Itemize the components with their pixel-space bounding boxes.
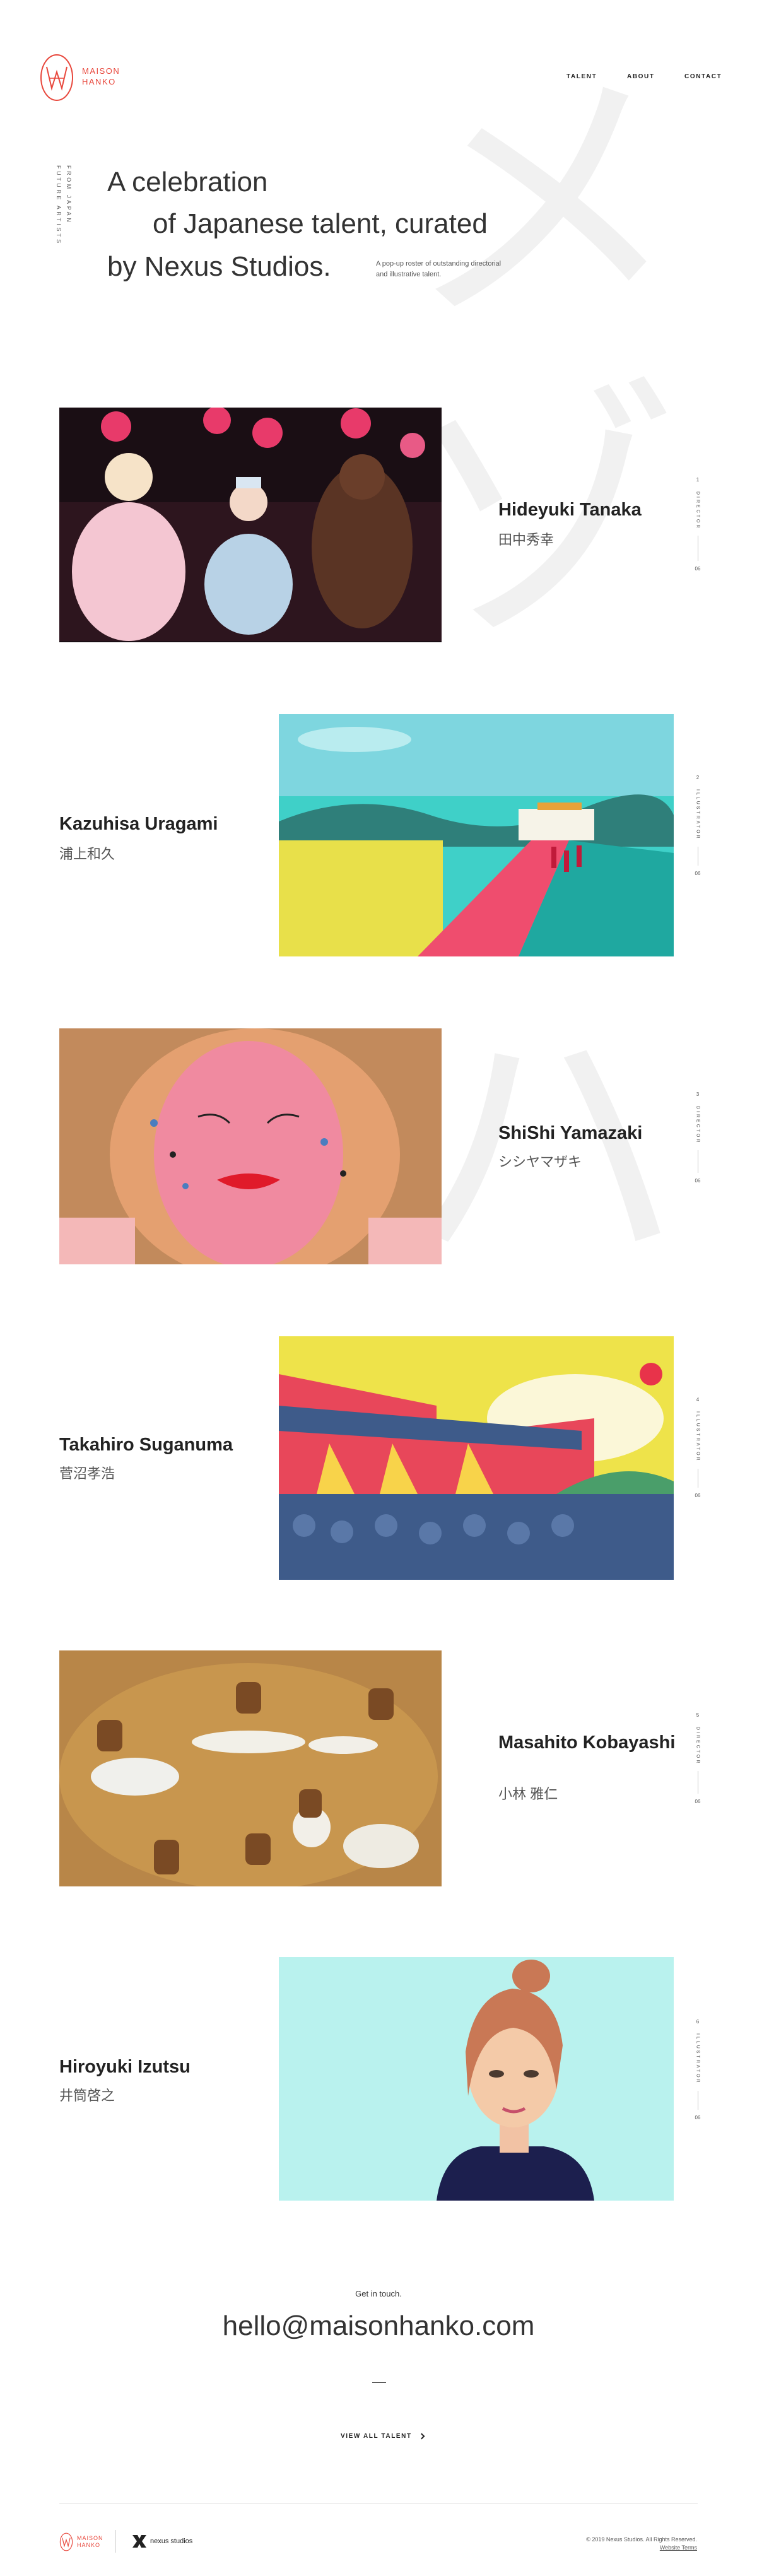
- footer-terms-link[interactable]: Website Terms: [660, 2544, 697, 2551]
- maison-hanko-logo-icon: [40, 54, 73, 101]
- talent-jp-name-3: シシヤマザキ: [498, 1154, 582, 1170]
- footer-divider: [59, 2503, 698, 2504]
- footer-logo-link[interactable]: [59, 2532, 73, 2555]
- talent-jp-name-5: 小林 雅仁: [498, 1786, 558, 1802]
- view-all-label: VIEW ALL TALENT: [341, 2433, 412, 2440]
- hero-headline-line1: A celebration: [107, 167, 268, 197]
- copyright-text: © 2019 Nexus Studios. All Rights Reserve…: [586, 2536, 697, 2543]
- nexus-studios-logo-icon: [132, 2535, 146, 2548]
- talent-name-1[interactable]: Hideyuki Tanaka: [498, 498, 642, 521]
- nexus-studios-label: nexus studios: [150, 2538, 193, 2545]
- hero-headline-line3: by Nexus Studios.: [107, 251, 331, 282]
- footer-logo-separator: [115, 2530, 116, 2553]
- chevron-right-icon: [418, 2433, 425, 2440]
- talent-name-6[interactable]: Hiroyuki Izutsu: [59, 2056, 191, 2078]
- talent-jp-name-6: 井筒啓之: [59, 2088, 115, 2103]
- background-kana-me: メ: [404, 40, 681, 363]
- view-all-talent-link[interactable]: VIEW ALL TALENT: [341, 2433, 425, 2440]
- talent-meta-6: 6 ILLUSTRATOR 06: [695, 2019, 701, 2120]
- contact-email-link[interactable]: hello@maisonhanko.com: [0, 2310, 757, 2342]
- hero-headline-line2: of Japanese talent, curated: [153, 208, 488, 239]
- talent-jp-name-1: 田中秀幸: [498, 532, 555, 548]
- talent-name-4[interactable]: Takahiro Suganuma: [59, 1433, 233, 1456]
- talent-name-3[interactable]: ShiShi Yamazaki: [498, 1122, 642, 1144]
- hero-subtext: A pop-up roster of outstanding directori…: [376, 260, 502, 278]
- footer-logo-wordmark: MAISON HANKO: [77, 2535, 103, 2548]
- talent-name-2[interactable]: Kazuhisa Uragami: [59, 813, 218, 835]
- talent-jp-name-2: 浦上和久: [59, 846, 115, 862]
- talent-image-3[interactable]: [59, 1028, 442, 1264]
- contact-lead: Get in touch.: [355, 2289, 402, 2298]
- nav-talent[interactable]: TALENT: [566, 73, 597, 80]
- talent-meta-2: 2 ILLUSTRATOR 06: [695, 775, 701, 876]
- footer-copyright-block: © 2019 Nexus Studios. All Rights Reserve…: [586, 2536, 697, 2552]
- talent-image-1[interactable]: [59, 408, 442, 642]
- background-kana-ha: ハ: [404, 987, 681, 1310]
- talent-name-5[interactable]: Masahito Kobayashi: [498, 1731, 675, 1754]
- logo-link[interactable]: [39, 53, 74, 102]
- nexus-studios-link[interactable]: nexus studios: [132, 2535, 192, 2548]
- hero-vertical-left: FUTURE ARTISTS: [56, 165, 62, 245]
- talent-image-5[interactable]: [59, 1650, 442, 1886]
- nav-contact[interactable]: CONTACT: [684, 73, 722, 80]
- talent-meta-3: 3 DIRECTOR 06: [695, 1091, 701, 1184]
- talent-image-4[interactable]: [279, 1336, 674, 1580]
- talent-image-2[interactable]: [279, 714, 674, 956]
- logo-wordmark: MAISON HANKO: [82, 66, 120, 86]
- footer-maison-hanko-logo-icon: [59, 2532, 73, 2551]
- hero-vertical-right: FROM JAPAN: [66, 165, 72, 225]
- talent-meta-1: 1 DIRECTOR 06: [695, 477, 701, 572]
- talent-meta-5: 5 DIRECTOR 06: [695, 1712, 701, 1805]
- divider-dash: [372, 2382, 386, 2383]
- talent-meta-4: 4 ILLUSTRATOR 06: [695, 1397, 701, 1498]
- talent-jp-name-4: 菅沼孝浩: [59, 1466, 115, 1481]
- talent-image-6[interactable]: [279, 1957, 674, 2201]
- nav-about[interactable]: ABOUT: [627, 73, 655, 80]
